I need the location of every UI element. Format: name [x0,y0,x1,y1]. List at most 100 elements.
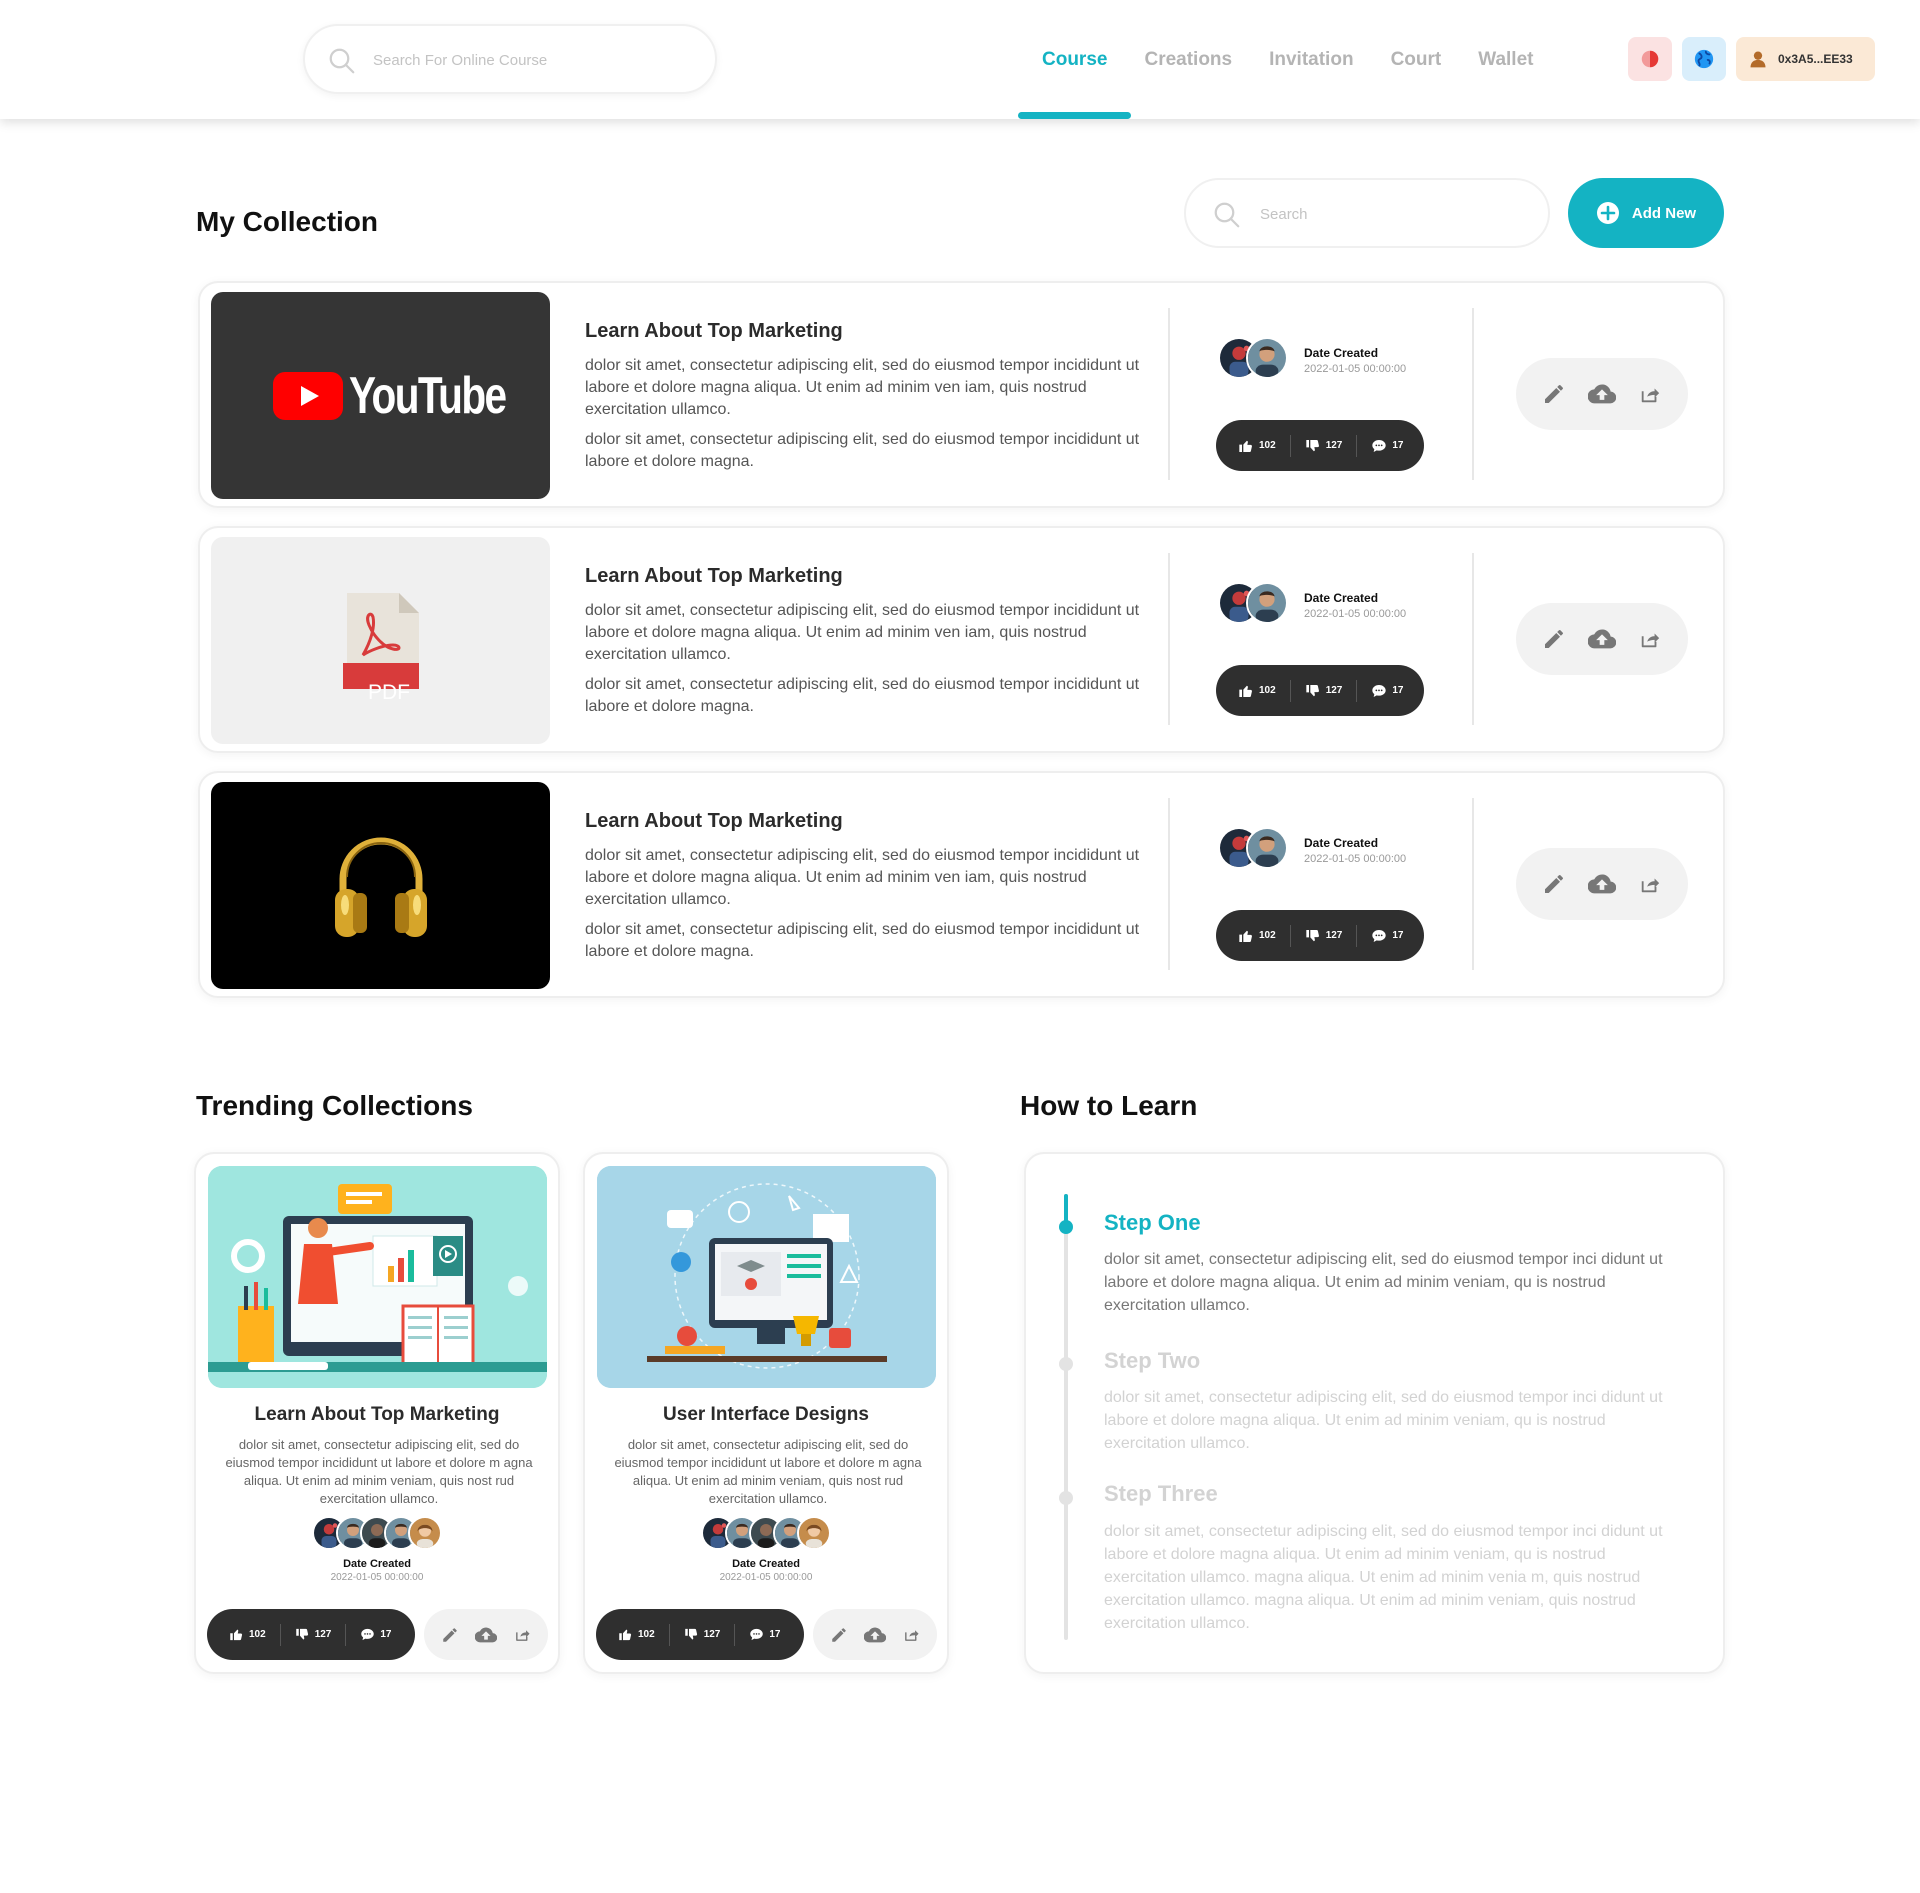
like-stat[interactable]: 102 [229,1627,266,1642]
divider [1472,798,1474,970]
pdf-thumbnail[interactable]: PDF [211,537,550,744]
share-button[interactable] [508,1621,536,1649]
date-label: Date Created [1304,836,1379,850]
wallet-account-button[interactable]: 0x3A5...EE33 [1736,37,1875,81]
divider [1356,924,1358,947]
date-created-block: Date Created 2022-01-05 00:00:00 [1304,836,1406,865]
like-stat[interactable]: 102 [1238,683,1276,699]
dislike-count: 127 [1325,685,1343,696]
audio-thumbnail[interactable] [211,782,550,989]
thumbs-up-icon [229,1627,244,1642]
collection-search-input[interactable] [1260,198,1520,230]
pencil-icon [1542,872,1566,896]
language-button[interactable] [1682,37,1726,81]
divider [1356,679,1358,702]
comment-icon [1371,438,1387,454]
divider [1289,434,1291,457]
like-count: 102 [249,1629,266,1640]
comment-stat[interactable]: 17 [360,1627,392,1642]
like-stat[interactable]: 102 [1238,438,1276,454]
row-title: Learn About Top Marketing [585,320,843,342]
search-icon [1212,200,1242,230]
timeline-track [1064,1194,1068,1640]
my-collection-title: My Collection [196,206,379,237]
upload-button[interactable] [1588,625,1616,653]
trending-card[interactable]: User Interface Designs dolor sit amet, c… [583,1152,949,1674]
thumbs-down-icon [684,1627,699,1642]
nav-tab-invitation[interactable]: Invitation [1269,0,1353,119]
pencil-icon [1542,382,1566,406]
date-label: Date Created [343,1558,411,1570]
comment-stat[interactable]: 17 [749,1627,781,1642]
divider [734,1623,736,1646]
thumbs-up-icon [1238,438,1254,454]
row-actions [1516,848,1688,920]
comment-stat[interactable]: 17 [1371,928,1404,944]
like-stat[interactable]: 102 [618,1627,655,1642]
share-icon [903,1626,920,1643]
dislike-count: 127 [314,1629,332,1640]
comment-stat[interactable]: 17 [1371,683,1404,699]
edit-button[interactable] [436,1621,464,1649]
like-stat[interactable]: 102 [1238,928,1276,944]
reactions-pill: 102 127 17 [1216,665,1424,716]
upload-button[interactable] [472,1621,500,1649]
edit-button[interactable] [1540,625,1568,653]
comment-icon [360,1627,375,1642]
nav-tab-label: Court [1390,48,1442,70]
step-title[interactable]: Step Three [1104,1481,1218,1507]
upload-button[interactable] [1588,380,1616,408]
cloud-upload-icon [1588,380,1616,408]
comment-count: 17 [1392,685,1404,696]
step-description: dolor sit amet, consectetur adipiscing e… [1104,1389,1663,1452]
course-search-input[interactable] [373,44,693,76]
nav-tab-court[interactable]: Court [1391,0,1442,119]
share-button[interactable] [1636,870,1664,898]
share-button[interactable] [897,1621,925,1649]
share-button[interactable] [1636,380,1664,408]
dislike-stat[interactable]: 127 [1305,438,1342,454]
step-title[interactable]: Step One [1104,1210,1201,1236]
share-icon [1639,873,1661,895]
dislike-stat[interactable]: 127 [1305,683,1343,699]
dislike-stat[interactable]: 127 [1305,928,1342,944]
contributors-avatars [585,1516,947,1550]
youtube-thumbnail[interactable]: YouTube [211,292,550,499]
edit-button[interactable] [1540,380,1568,408]
collection-search-box[interactable] [1184,178,1550,248]
edit-button[interactable] [1540,870,1568,898]
collection-row[interactable]: YouTube Learn About Top Marketing dolor … [198,281,1725,508]
comment-count: 17 [769,1629,781,1640]
row-title: Learn About Top Marketing [585,810,843,832]
step-description: dolor sit amet, consectetur adipiscing e… [1104,1251,1663,1314]
divider [1168,798,1170,970]
timeline-dot [1059,1357,1073,1371]
upload-button[interactable] [861,1621,889,1649]
dislike-stat[interactable]: 127 [684,1627,720,1642]
trending-card-title: Learn About Top Marketing [254,1404,500,1425]
course-search-box[interactable] [303,24,717,94]
nav-tab-creations[interactable]: Creations [1144,0,1232,119]
nav-tab-wallet[interactable]: Wallet [1478,0,1533,119]
collection-row[interactable]: PDF Learn About Top Marketing dolor sit … [198,526,1725,753]
thumbs-up-icon [1238,683,1254,699]
date-label: Date Created [732,1558,800,1570]
collection-row[interactable]: Learn About Top Marketing dolor sit amet… [198,771,1725,998]
search-icon [327,46,357,76]
share-button[interactable] [1636,625,1664,653]
share-icon [1639,383,1661,405]
main-nav: Course Creations Invitation Court Wallet [1018,0,1570,119]
thumbs-down-icon [1305,928,1321,944]
pencil-icon [441,1626,459,1644]
globe-icon [1694,49,1714,69]
comment-stat[interactable]: 17 [1371,438,1404,454]
date-label: Date Created [1304,346,1379,360]
theme-toggle-button[interactable] [1628,37,1672,81]
step-title[interactable]: Step Two [1104,1348,1200,1374]
edit-button[interactable] [825,1621,853,1649]
dislike-stat[interactable]: 127 [295,1627,332,1642]
trending-card[interactable]: Learn About Top Marketing dolor sit amet… [194,1152,560,1674]
add-new-button[interactable]: Add New [1568,178,1724,248]
nav-tab-course[interactable]: Course [1018,0,1132,119]
upload-button[interactable] [1588,870,1616,898]
